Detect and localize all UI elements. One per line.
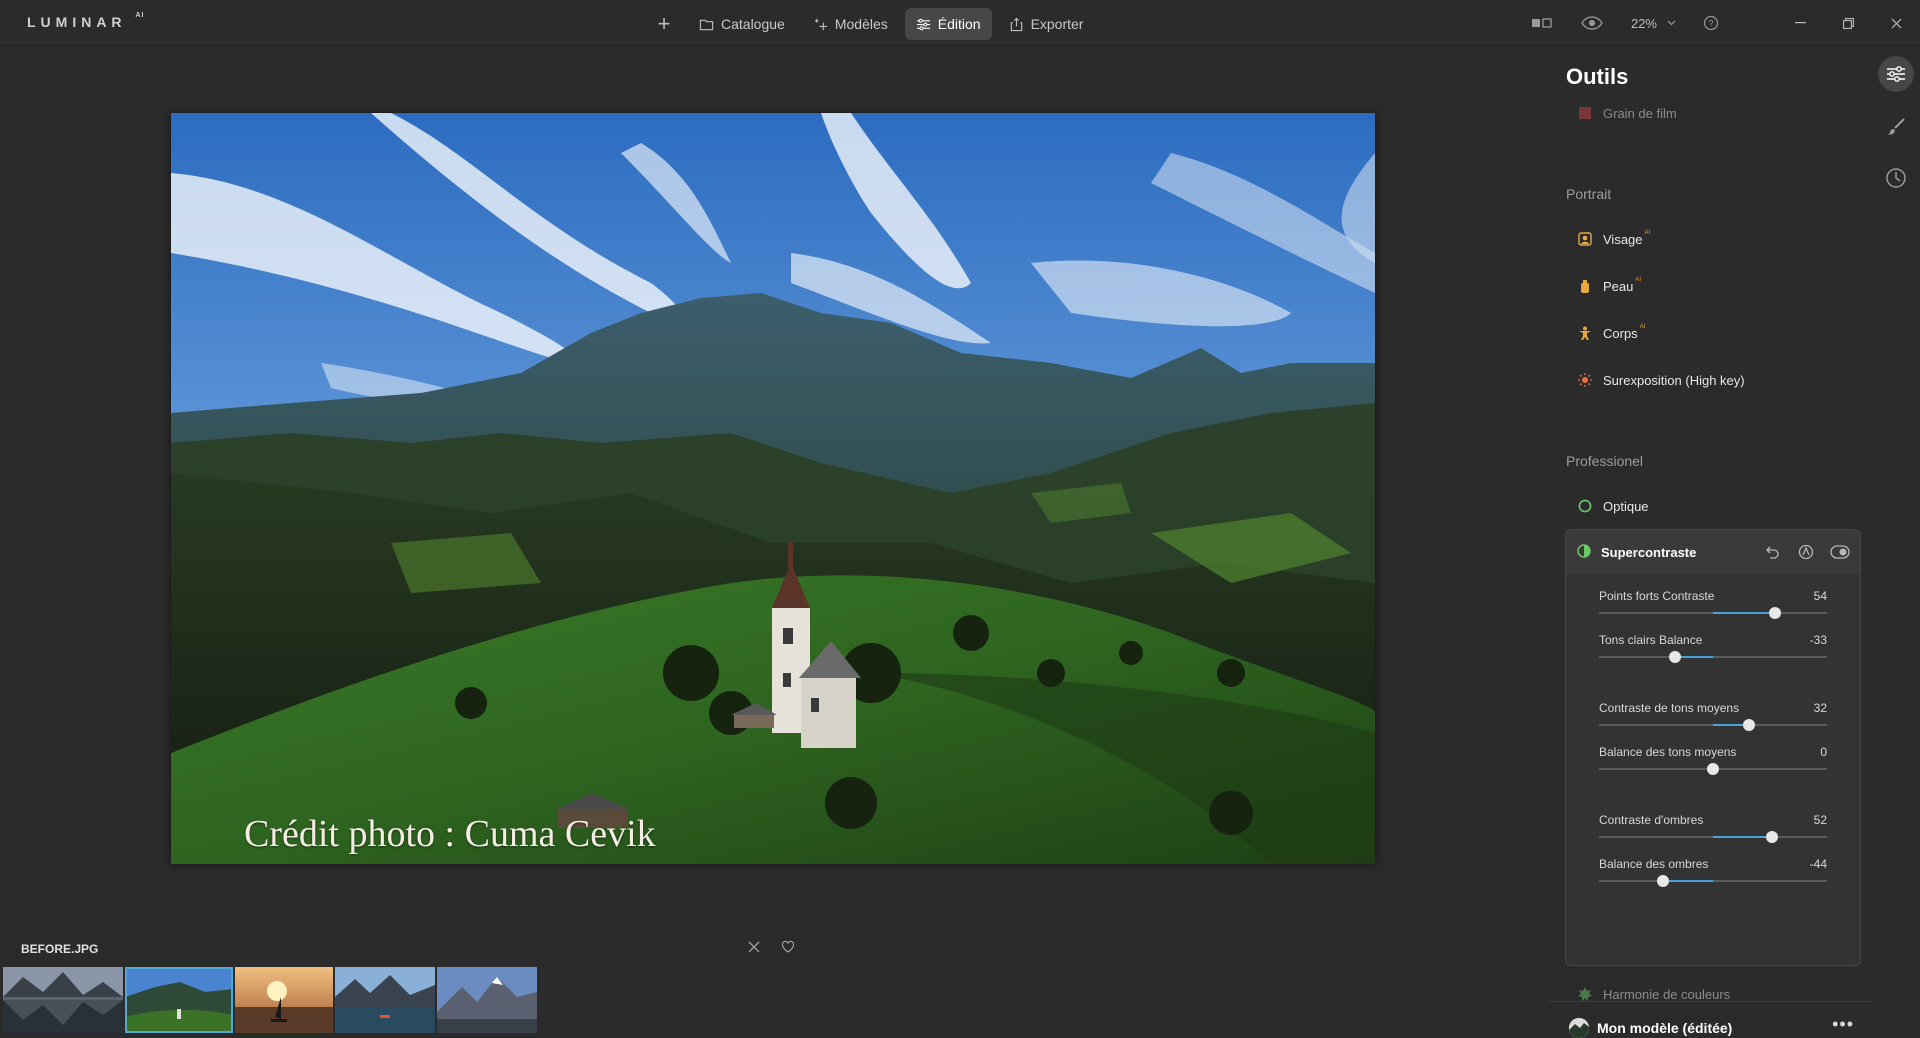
history-clock-icon[interactable] [1878, 160, 1914, 196]
top-right-controls: 22% ? [1529, 0, 1920, 46]
main-nav: + Catalogue Modèles Édition Exporter [650, 8, 1094, 40]
minimize-icon[interactable] [1776, 0, 1824, 46]
tool-visage[interactable]: Visage AI [1577, 228, 1650, 250]
reject-icon[interactable] [747, 940, 765, 958]
supercontraste-actions [1762, 542, 1850, 562]
mask-icon[interactable] [1796, 542, 1816, 562]
tab-exporter[interactable]: Exporter [998, 8, 1095, 40]
face-icon [1577, 231, 1593, 247]
more-options-icon[interactable]: ••• [1832, 1014, 1854, 1035]
thumbnail-church-hills[interactable] [125, 967, 233, 1033]
slider-handle[interactable] [1743, 719, 1756, 731]
tools-panel: Outils Grain de film Portrait Visage AI P… [1547, 46, 1872, 1038]
tools-sliders-icon[interactable] [1878, 56, 1914, 92]
help-icon[interactable]: ? [1698, 10, 1724, 36]
favorite-heart-icon[interactable] [781, 940, 799, 958]
supercontraste-card: Supercontraste Points forts Contraste 54… [1565, 529, 1861, 966]
tab-modeles[interactable]: Modèles [802, 8, 899, 40]
tab-edition[interactable]: Édition [904, 8, 992, 40]
highkey-icon [1577, 372, 1593, 388]
thumbnail-mountain-kayak[interactable] [335, 967, 435, 1033]
folder-icon [699, 19, 714, 30]
panel-title: Outils [1566, 64, 1629, 89]
model-avatar [1569, 1018, 1589, 1038]
slider-tons-clairs-balance[interactable]: Tons clairs Balance -33 [1599, 633, 1827, 663]
slider-balance-ombres[interactable]: Balance des ombres -44 [1599, 857, 1827, 887]
slider-fill [1713, 612, 1775, 614]
slider-handle[interactable] [1766, 831, 1779, 843]
slider-contraste-tons-moyens[interactable]: Contraste de tons moyens 32 [1599, 701, 1827, 731]
restore-icon[interactable] [1824, 0, 1872, 46]
preview-eye-icon[interactable] [1579, 10, 1605, 36]
filmstrip-header: BEFORE.JPG [0, 936, 830, 964]
body-icon [1577, 325, 1593, 341]
top-bar: LUMINAR AI + Catalogue Modèles Édition E… [0, 0, 1920, 46]
tool-film-grain[interactable]: Grain de film [1577, 102, 1677, 124]
thumbnail-alpine-peaks[interactable] [437, 967, 537, 1033]
slider-handle[interactable] [1669, 651, 1682, 663]
compare-icon[interactable] [1529, 10, 1555, 36]
reset-icon[interactable] [1762, 542, 1782, 562]
optics-icon [1577, 498, 1593, 514]
current-filename: BEFORE.JPG [21, 942, 99, 956]
slider-fill [1662, 880, 1713, 882]
slider-points-forts-contraste[interactable]: Points forts Contraste 54 [1599, 589, 1827, 619]
slider-track [1599, 656, 1827, 658]
thumbnail-sunset-boat[interactable] [235, 967, 333, 1033]
app-logo: LUMINAR AI [27, 12, 145, 30]
model-name: Mon modèle (éditée) [1597, 1020, 1733, 1036]
slider-fill [1713, 836, 1773, 838]
slider-handle[interactable] [1656, 875, 1669, 887]
photo-credit: Crédit photo : Cuma Cevik [244, 813, 656, 855]
sparkle-icon [814, 18, 827, 30]
contrast-icon [1577, 543, 1591, 561]
svg-text:?: ? [1708, 19, 1713, 29]
photo-canvas[interactable]: Crédit photo : Cuma Cevik [171, 113, 1375, 864]
landscape-photo [171, 113, 1375, 864]
slider-contraste-ombres[interactable]: Contraste d'ombres 52 [1599, 813, 1827, 843]
zoom-dropdown[interactable]: 22% [1631, 16, 1676, 31]
slider-track [1599, 880, 1827, 882]
section-portrait: Portrait [1566, 186, 1612, 202]
add-icon[interactable]: + [650, 10, 678, 38]
toggle-visibility-icon[interactable] [1830, 542, 1850, 562]
tool-corps[interactable]: Corps AI [1577, 322, 1645, 344]
tab-catalogue[interactable]: Catalogue [688, 8, 796, 40]
chevron-down-icon [1667, 20, 1676, 26]
slider-handle[interactable] [1707, 763, 1719, 775]
brush-icon[interactable] [1878, 109, 1914, 145]
close-window-icon[interactable] [1872, 0, 1920, 46]
export-icon [1010, 17, 1022, 31]
tool-peau[interactable]: Peau AI [1577, 275, 1641, 297]
slider-handle[interactable] [1768, 607, 1781, 619]
slider-balance-tons-moyens[interactable]: Balance des tons moyens 0 [1599, 745, 1827, 775]
side-toolbar [1872, 46, 1920, 1038]
skin-icon [1577, 278, 1593, 294]
slider-fill [1675, 656, 1713, 658]
sliders-icon [916, 18, 930, 30]
model-box: Mon modèle (éditée) ••• [1547, 1001, 1872, 1038]
tool-high-key[interactable]: Surexposition (High key) [1577, 369, 1745, 391]
filmstrip [3, 967, 537, 1035]
thumbnail-lake-reflection[interactable] [3, 967, 123, 1033]
section-professionnel: Professionel [1566, 453, 1644, 469]
tool-optique[interactable]: Optique [1577, 495, 1649, 517]
color-harmony-icon [1577, 986, 1593, 1002]
film-grain-icon [1577, 105, 1593, 121]
